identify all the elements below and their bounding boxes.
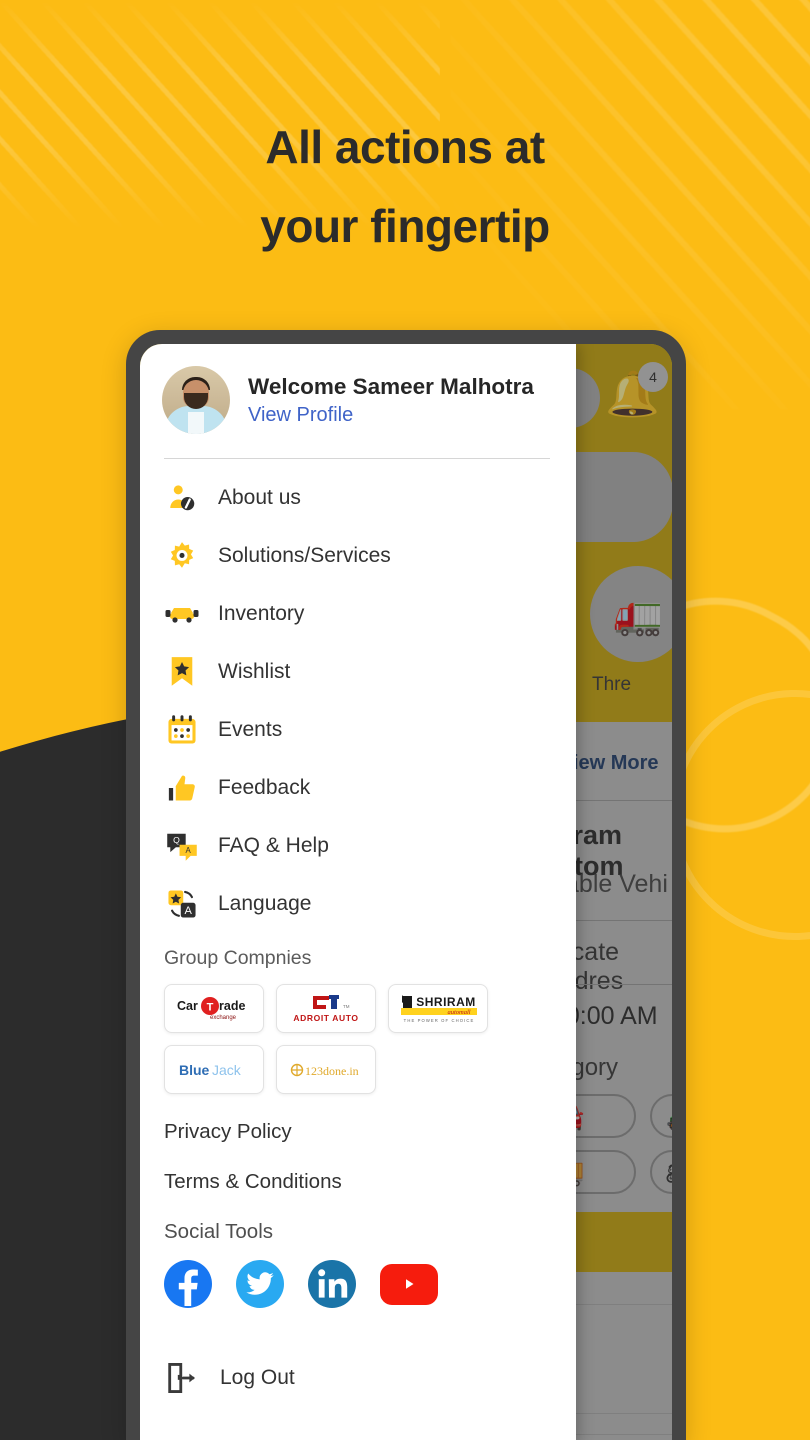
view-profile-link[interactable]: View Profile — [248, 404, 534, 427]
welcome-text: Welcome Sameer Malhotra — [248, 373, 534, 399]
menu-item-label: Feedback — [218, 776, 311, 799]
svg-text:SHRIRAM: SHRIRAM — [416, 995, 476, 1009]
menu-item-label: Language — [218, 892, 312, 915]
promo-headline-line1: All actions at — [265, 121, 545, 173]
svg-text:automall: automall — [447, 1009, 470, 1016]
phone-screen: 🔔 4 🚚 🚛 rt Thre View More hriram Autom a… — [140, 344, 672, 1440]
svg-text:TM: TM — [343, 1004, 350, 1009]
svg-text:Jack: Jack — [212, 1062, 242, 1078]
svg-text:T: T — [207, 1001, 214, 1013]
gear-icon — [164, 538, 200, 574]
svg-text:rade: rade — [219, 999, 245, 1013]
menu-item-faq-help[interactable]: Q A FAQ & Help — [140, 817, 576, 875]
group-companies-title: Group Compnies — [164, 947, 312, 969]
menu-item-label: Inventory — [218, 602, 305, 625]
privacy-policy-link[interactable]: Privacy Policy — [140, 1094, 576, 1144]
social-tools-title: Social Tools — [164, 1220, 274, 1243]
logo-shriram[interactable]: SHRIRAM automall THE POWER OF CHOICE — [388, 984, 488, 1033]
drawer-menu-list: About us Solutions/Services Inventory Wi… — [140, 459, 576, 933]
svg-text:THE POWER OF CHOICE: THE POWER OF CHOICE — [404, 1018, 475, 1023]
promo-headline-line2: your fingertip — [260, 200, 550, 253]
svg-text:Blue: Blue — [179, 1062, 210, 1078]
about-us-icon — [164, 480, 200, 516]
menu-item-language[interactable]: A Language — [140, 875, 576, 933]
promo-headline: All actions at your fingertip — [0, 108, 810, 266]
linkedin-icon[interactable] — [308, 1260, 356, 1308]
menu-item-inventory[interactable]: Inventory — [140, 585, 576, 643]
menu-item-label: Events — [218, 718, 283, 741]
menu-item-label: FAQ & Help — [218, 834, 329, 857]
group-companies-logos: Car T rade exchange ADROIT AUTO TM SHRIR… — [140, 970, 540, 1094]
menu-item-solutions-services[interactable]: Solutions/Services — [140, 527, 576, 585]
profile-header[interactable]: Welcome Sameer Malhotra View Profile — [140, 344, 576, 434]
svg-text:A: A — [184, 905, 192, 917]
logout-button[interactable]: Log Out — [140, 1308, 576, 1396]
thumbs-up-icon — [164, 770, 200, 806]
phone-mockup-frame: 🔔 4 🚚 🚛 rt Thre View More hriram Autom a… — [126, 330, 686, 1440]
svg-text:123done.in: 123done.in — [305, 1064, 359, 1078]
svg-text:exchange: exchange — [210, 1015, 237, 1021]
avatar[interactable] — [162, 366, 230, 434]
social-links-row — [140, 1244, 576, 1308]
star-bookmark-icon — [164, 654, 200, 690]
translate-icon: A — [164, 886, 200, 922]
facebook-icon[interactable] — [164, 1260, 212, 1308]
car-icon — [164, 596, 200, 632]
logout-label: Log Out — [220, 1366, 295, 1389]
menu-item-events[interactable]: Events — [140, 701, 576, 759]
menu-item-feedback[interactable]: Feedback — [140, 759, 576, 817]
calendar-icon — [164, 712, 200, 748]
menu-item-wishlist[interactable]: Wishlist — [140, 643, 576, 701]
menu-item-about-us[interactable]: About us — [140, 469, 576, 527]
chat-qa-icon: Q A — [164, 828, 200, 864]
youtube-icon[interactable] — [380, 1263, 438, 1305]
menu-item-label: About us — [218, 486, 301, 509]
svg-text:ADROIT AUTO: ADROIT AUTO — [293, 1013, 358, 1023]
terms-conditions-link[interactable]: Terms & Conditions — [140, 1144, 576, 1194]
promo-stage: All actions at your fingertip 🔔 4 🚚 🚛 rt… — [0, 0, 810, 1440]
logo-cartrade-exchange[interactable]: Car T rade exchange — [164, 984, 264, 1033]
logo-bluejack[interactable]: Blue Jack — [164, 1045, 264, 1094]
twitter-icon[interactable] — [236, 1260, 284, 1308]
svg-text:Q: Q — [173, 835, 180, 845]
logo-123done-in[interactable]: 123done.in — [276, 1045, 376, 1094]
menu-item-label: Solutions/Services — [218, 544, 391, 567]
logo-adroit-auto[interactable]: ADROIT AUTO TM — [276, 984, 376, 1033]
navigation-drawer: Welcome Sameer Malhotra View Profile Abo… — [140, 344, 576, 1440]
logout-icon — [164, 1360, 200, 1396]
svg-text:Car: Car — [177, 999, 198, 1013]
svg-text:A: A — [186, 846, 192, 855]
menu-item-label: Wishlist — [218, 660, 291, 683]
